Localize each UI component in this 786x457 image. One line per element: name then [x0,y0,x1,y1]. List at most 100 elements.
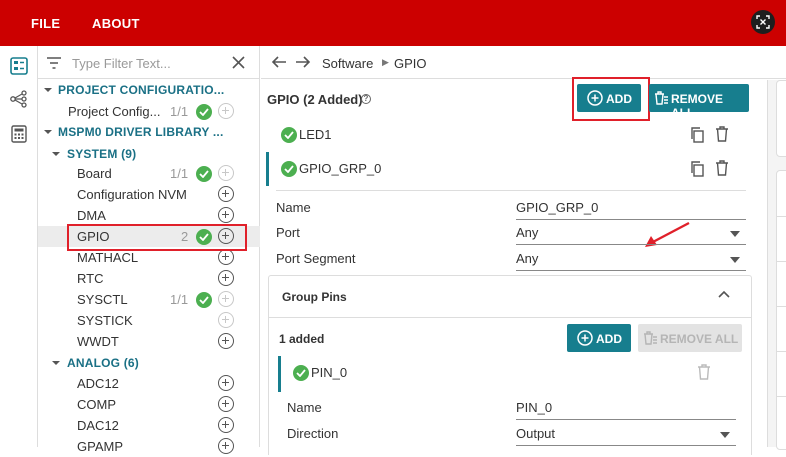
tree-item-wwdt[interactable]: WWDT [38,331,260,352]
fit-screen-icon [756,15,770,29]
field-port: Port Any [276,222,746,246]
instance-led1[interactable]: LED1 [261,118,747,152]
remove-all-button[interactable]: REMOVE ALL [649,84,749,120]
clear-icon[interactable] [232,56,245,69]
pin-name-input[interactable]: PIN_0 [516,400,736,420]
tree-item-label: SYSCTL [77,292,128,307]
chevron-up-icon[interactable] [718,290,730,298]
copy-icon[interactable] [689,126,705,144]
tree-item-comp[interactable]: COMP [38,394,260,415]
left-icon-rail [0,46,38,447]
direction-select[interactable]: Output [516,426,736,446]
instance-gpio-grp-0[interactable]: GPIO_GRP_0 [261,152,747,186]
direction-value: Output [516,426,556,441]
field-port-segment: Port Segment Any [276,248,746,272]
dropdown-arrow-icon [720,432,730,438]
tree-item-dac12[interactable]: DAC12 [38,415,260,436]
breadcrumb: Software ▶ GPIO [261,46,786,79]
topology-icon[interactable] [9,89,29,109]
tree-item-project-config[interactable]: Project Config... 1/1 [38,101,260,122]
trash-icon[interactable] [697,364,711,380]
port-select[interactable]: Any [516,225,746,245]
forward-icon[interactable] [295,55,311,69]
calculator-icon[interactable] [9,124,29,144]
field-name: Name GPIO_GRP_0 [276,197,746,221]
tree-item-board[interactable]: Board 1/1 [38,163,260,184]
pin-instance-pin-0[interactable]: PIN_0 [273,356,743,392]
back-icon[interactable] [271,55,287,69]
plus-circle-icon[interactable] [218,291,234,307]
tree-item-dma[interactable]: DMA [38,205,260,226]
breadcrumb-software[interactable]: Software [322,56,373,71]
tree-item-label: DMA [77,208,106,223]
chevron-down-icon [44,130,52,134]
modules-icon[interactable] [9,56,29,76]
tree-item-adc12[interactable]: ADC12 [38,373,260,394]
page-title: GPIO (2 Added) [267,92,363,107]
plus-circle-icon[interactable] [218,333,234,349]
plus-circle-icon[interactable] [218,375,234,391]
port-segment-select[interactable]: Any [516,251,746,271]
plus-circle-icon[interactable] [218,103,234,119]
tree-group-system[interactable]: SYSTEM (9) [38,144,260,165]
group-pins-header[interactable]: Group Pins [269,276,751,318]
top-menu-bar: FILE ABOUT [0,0,786,46]
trash-icon[interactable] [715,160,729,176]
field-label: Name [276,200,311,215]
plus-circle-icon[interactable] [218,207,234,223]
divider [276,190,746,191]
plus-circle-icon[interactable] [218,270,234,286]
remove-all-pins-button[interactable]: REMOVE ALL [638,324,742,352]
side-divider [777,351,786,352]
tree-item-label: Configuration NVM [77,187,187,202]
tree-group-label: SYSTEM (9) [67,147,137,161]
tree-section-project[interactable]: PROJECT CONFIGURATIO... [38,80,260,101]
plus-circle-icon[interactable] [218,249,234,265]
plus-circle-icon[interactable] [218,396,234,412]
tree-item-count: 1/1 [170,166,189,181]
tree-group-analog[interactable]: ANALOG (6) [38,353,260,374]
menu-about[interactable]: ABOUT [92,16,140,31]
chevron-down-icon [52,152,60,156]
pin-name: PIN_0 [311,365,348,380]
tree-item-systick[interactable]: SYSTICK [38,310,260,331]
tree-item-label: Project Config... [68,104,161,119]
dropdown-arrow-icon [730,257,740,263]
add-button[interactable]: ADD [577,84,641,112]
plus-circle-icon[interactable] [218,312,234,328]
tree-group-label: ANALOG (6) [67,356,139,370]
check-icon [281,127,297,143]
check-icon [293,365,309,381]
check-icon [281,161,297,177]
add-pin-button[interactable]: ADD [567,324,631,352]
name-input[interactable]: GPIO_GRP_0 [516,200,746,220]
side-divider [777,306,786,307]
menu-file[interactable]: FILE [31,16,60,31]
trash-icon[interactable] [715,126,729,142]
plus-circle-icon[interactable] [218,165,234,181]
tree-item-configuration-nvm[interactable]: Configuration NVM [38,184,260,205]
side-divider [777,396,786,397]
plus-circle-icon[interactable] [218,186,234,202]
tree-item-sysctl[interactable]: SYSCTL 1/1 [38,289,260,310]
fit-screen-button[interactable] [751,10,775,34]
plus-circle-icon[interactable] [218,438,234,454]
copy-icon[interactable] [689,160,705,178]
group-pins-count: 1 added [279,332,325,346]
side-divider [777,216,786,217]
plus-circle-icon[interactable] [218,417,234,433]
gpio-config-panel: GPIO (2 Added) ? ADD REMOVE ALL LED1 GPI… [261,77,767,455]
filter-input[interactable] [72,54,222,72]
field-label: Name [287,400,322,415]
active-indicator [278,356,281,392]
pin-field-name: Name PIN_0 [287,397,737,421]
help-icon[interactable]: ? [361,94,371,104]
chevron-down-icon [52,361,60,365]
field-label: Port [276,225,300,240]
tree-item-rtc[interactable]: RTC [38,268,260,289]
add-button-label: ADD [606,92,632,106]
port-value: Any [516,225,539,240]
instance-name: LED1 [299,127,332,142]
tree-section-label: PROJECT CONFIGURATIO... [58,83,225,97]
tree-section-driver-library[interactable]: MSPM0 DRIVER LIBRARY ... [38,122,260,143]
